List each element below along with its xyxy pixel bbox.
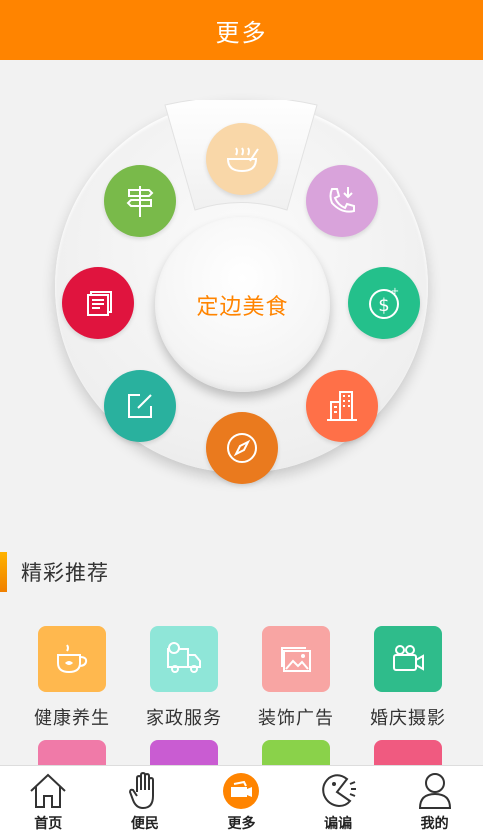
tile xyxy=(38,626,106,692)
picture-icon xyxy=(281,647,311,672)
video-camera-icon xyxy=(393,645,424,671)
wheel-menu: $ + 定边美食 xyxy=(0,60,483,530)
spoke-food[interactable] xyxy=(206,123,278,195)
grid-item-health[interactable]: 健康养生 xyxy=(22,626,122,730)
grid-item-label: 家政服务 xyxy=(146,708,222,729)
svg-text:+: + xyxy=(391,286,399,297)
spoke-news[interactable] xyxy=(62,267,134,339)
nav-mine[interactable]: 我的 xyxy=(386,766,483,835)
user-icon xyxy=(418,773,451,809)
top-bar: 更多 xyxy=(0,0,483,60)
spoke-phone[interactable] xyxy=(306,165,378,237)
food-bowl-icon xyxy=(226,147,259,173)
nav-label: 谝谝 xyxy=(324,816,353,832)
more-icon xyxy=(223,773,260,809)
signpost-icon xyxy=(126,186,154,217)
teacup-icon xyxy=(57,644,88,674)
nav-more[interactable]: 更多 xyxy=(193,766,290,835)
grid-item-label: 装饰广告 xyxy=(258,708,334,729)
grid-item-decoration[interactable]: 装饰广告 xyxy=(246,626,346,730)
wheel-center-button[interactable]: 定边美食 xyxy=(155,217,330,392)
section-accent-bar xyxy=(0,552,7,592)
home-icon xyxy=(30,773,66,808)
nav-home[interactable]: 首页 xyxy=(0,766,97,835)
nav-label: 便民 xyxy=(130,816,159,832)
nav-convenience[interactable]: 便民 xyxy=(97,766,194,835)
tile xyxy=(150,626,218,692)
nav-label: 更多 xyxy=(227,816,256,832)
compass-icon xyxy=(227,433,257,463)
building-icon xyxy=(327,391,357,421)
page-title: 更多 xyxy=(215,18,268,47)
chat-icon xyxy=(322,774,357,808)
news-icon xyxy=(87,291,112,316)
spoke-building[interactable] xyxy=(306,370,378,442)
grid-item-housekeeping[interactable]: 家政服务 xyxy=(134,626,234,730)
edit-icon xyxy=(128,394,152,418)
bottom-nav: 首页 便民 更多 谝谝 我的 xyxy=(0,765,483,835)
nav-label: 首页 xyxy=(34,816,63,832)
truck-icon xyxy=(167,642,201,673)
tile xyxy=(262,626,330,692)
hand-icon xyxy=(128,771,154,810)
phone-icon xyxy=(329,187,355,213)
svg-text:$: $ xyxy=(378,295,389,316)
wheel-center-label: 定边美食 xyxy=(196,294,289,320)
grid-item-wedding-photo[interactable]: 婚庆摄影 xyxy=(358,626,458,730)
grid-item-label: 婚庆摄影 xyxy=(370,708,446,729)
section-header: 精彩推荐 xyxy=(0,548,483,596)
tile xyxy=(374,626,442,692)
spoke-edit[interactable] xyxy=(104,370,176,442)
dollar-icon: $+ xyxy=(369,286,399,319)
grid-item-label: 健康养生 xyxy=(34,708,110,729)
section-title: 精彩推荐 xyxy=(21,561,109,585)
spoke-compass[interactable] xyxy=(206,412,278,484)
spoke-signpost[interactable] xyxy=(104,165,176,237)
spoke-money[interactable]: $ + xyxy=(348,267,420,339)
nav-chat[interactable]: 谝谝 xyxy=(290,766,387,835)
nav-label: 我的 xyxy=(420,816,449,832)
